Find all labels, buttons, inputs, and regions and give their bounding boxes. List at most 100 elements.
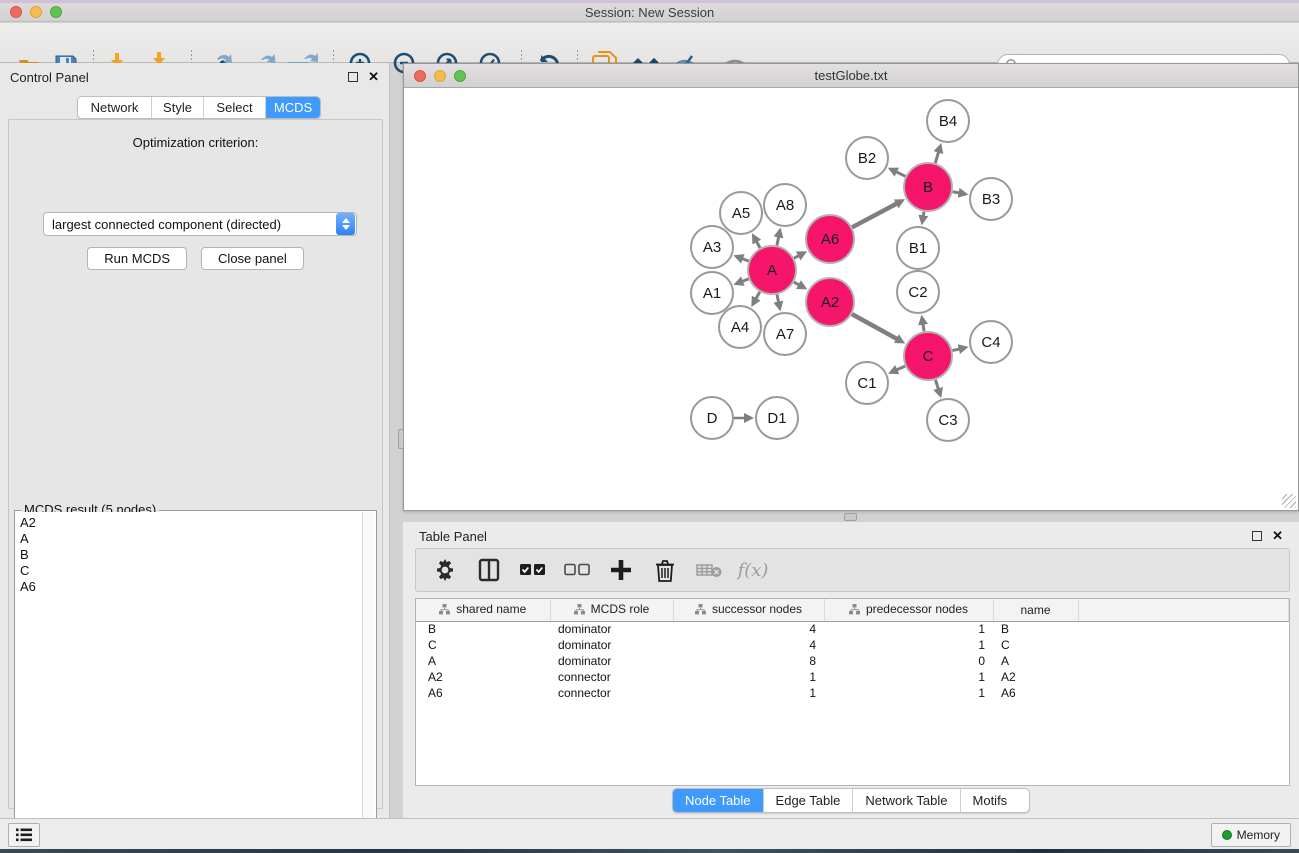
svg-text:D: D	[707, 410, 718, 427]
table-row[interactable]: Cdominator41C	[416, 637, 1289, 653]
graph-node-A2[interactable]: A2	[806, 278, 854, 326]
table-panel-header: Table Panel ✕	[403, 522, 1299, 550]
graph-edge[interactable]	[742, 279, 749, 282]
table-row[interactable]: Bdominator41B	[416, 621, 1289, 637]
graph-node-C4[interactable]: C4	[970, 321, 1012, 363]
network-window-title-bar: testGlobe.txt	[404, 64, 1298, 88]
graph-node-C[interactable]: C	[904, 332, 952, 380]
mcds-result-group: MCDS result (5 nodes) A2ABCA6	[14, 510, 377, 853]
graph-node-B[interactable]: B	[904, 163, 952, 211]
result-item[interactable]: A	[20, 531, 358, 547]
delete-table-button[interactable]	[694, 555, 724, 585]
deselect-all-columns-button[interactable]	[562, 555, 592, 585]
graph-edge[interactable]	[952, 349, 959, 351]
close-panel-button[interactable]: Close panel	[201, 247, 304, 270]
network-canvas[interactable]: B4 B2 B B3 A5A8A6 A3 B1 A A1 C2 A2 A4 A7 C4 C C1 C3 D D1	[404, 89, 1298, 510]
column-header-empty	[1078, 599, 1289, 621]
graph-node-C3[interactable]: C3	[927, 399, 969, 441]
svg-text:A: A	[767, 262, 777, 279]
graph-node-D[interactable]: D	[691, 397, 733, 439]
graph-node-D1[interactable]: D1	[756, 397, 798, 439]
table-row[interactable]: Adominator80A	[416, 653, 1289, 669]
tab-style[interactable]: Style	[152, 97, 204, 118]
result-item[interactable]: A6	[20, 579, 358, 595]
graph-node-A3[interactable]: A3	[691, 226, 733, 268]
graph-node-C1[interactable]: C1	[846, 362, 888, 404]
result-item[interactable]: C	[20, 563, 358, 579]
graph-node-B4[interactable]: B4	[927, 100, 969, 142]
graph-edge[interactable]	[852, 314, 897, 339]
graph-edge[interactable]	[794, 256, 799, 259]
graph-node-A7[interactable]: A7	[764, 313, 806, 355]
tab-mcds[interactable]: MCDS	[266, 97, 320, 118]
resize-grip[interactable]	[1282, 494, 1296, 508]
graph-node-C2[interactable]: C2	[897, 271, 939, 313]
svg-text:D1: D1	[767, 410, 786, 427]
svg-text:C4: C4	[981, 334, 1000, 351]
show-columns-button[interactable]	[474, 555, 504, 585]
column-header-predecessor-nodes[interactable]: predecessor nodes	[824, 599, 993, 621]
graph-node-B3[interactable]: B3	[970, 178, 1012, 220]
graph-node-A5[interactable]: A5	[720, 192, 762, 234]
result-item[interactable]: B	[20, 547, 358, 563]
table-row[interactable]: A2connector11A2	[416, 669, 1289, 685]
graph-edge[interactable]	[852, 203, 897, 227]
close-panel-icon[interactable]: ✕	[368, 72, 379, 82]
column-header-mcds-role[interactable]: MCDS role	[550, 599, 673, 621]
graph-node-A[interactable]: A	[748, 246, 796, 294]
column-header-shared-name[interactable]: shared name	[416, 599, 550, 621]
create-column-button[interactable]	[606, 555, 636, 585]
graph-edge[interactable]	[777, 236, 779, 245]
desktop-background-bottom	[0, 849, 1299, 853]
criterion-select[interactable]: largest connected component (directed)	[43, 212, 357, 236]
graph-edge[interactable]	[953, 192, 960, 193]
graph-node-B1[interactable]: B1	[897, 227, 939, 269]
column-header-name[interactable]: name	[993, 599, 1078, 621]
graph-edge[interactable]	[936, 380, 939, 390]
graph-edge[interactable]	[896, 366, 905, 370]
tab-network[interactable]: Network	[78, 97, 152, 118]
tab-select[interactable]: Select	[204, 97, 266, 118]
tab-motifs[interactable]: Motifs	[961, 789, 1020, 812]
run-mcds-button[interactable]: Run MCDS	[87, 247, 187, 270]
float-panel-icon[interactable]	[348, 72, 358, 82]
tab-edge-table[interactable]: Edge Table	[764, 789, 854, 812]
application-window: Session: New Session	[0, 0, 1299, 853]
vertical-scrollbar-thumb[interactable]	[398, 429, 404, 449]
graph-edge[interactable]	[756, 241, 760, 248]
graph-edge[interactable]	[756, 292, 760, 299]
horizontal-scrollbar-thumb[interactable]	[844, 513, 857, 521]
float-table-panel-icon[interactable]	[1252, 531, 1262, 541]
graph-edge[interactable]	[742, 259, 749, 262]
delete-column-button[interactable]	[650, 555, 680, 585]
table-settings-button[interactable]	[430, 555, 460, 585]
graph-edge[interactable]	[794, 282, 800, 285]
tab-node-table[interactable]: Node Table	[673, 789, 764, 812]
svg-text:A2: A2	[821, 294, 839, 311]
graph-node-B2[interactable]: B2	[846, 137, 888, 179]
mcds-result-list[interactable]: A2ABCA6	[16, 512, 362, 853]
graph-edge[interactable]	[935, 152, 938, 164]
graph-node-A6[interactable]: A6	[806, 215, 854, 263]
graph-edge[interactable]	[923, 324, 924, 332]
column-header-successor-nodes[interactable]: successor nodes	[673, 599, 824, 621]
graph-node-A1[interactable]: A1	[691, 272, 733, 314]
table-row[interactable]: A6connector11A6	[416, 685, 1289, 701]
graph-node-A4[interactable]: A4	[719, 306, 761, 348]
graph-edge[interactable]	[923, 212, 924, 217]
status-bar: Memory	[0, 818, 1299, 849]
result-list-scrollbar[interactable]	[362, 512, 375, 853]
function-builder-button[interactable]: f(x)	[738, 555, 768, 585]
tab-network-table[interactable]: Network Table	[853, 789, 960, 812]
svg-text:A4: A4	[731, 319, 749, 336]
close-table-panel-icon[interactable]: ✕	[1272, 531, 1283, 541]
task-history-button[interactable]	[8, 823, 40, 847]
result-item[interactable]: A2	[20, 515, 358, 531]
network-graph: B4 B2 B B3 A5A8A6 A3 B1 A A1 C2 A2 A4 A7 C4 C C1 C3 D D1	[404, 89, 1298, 510]
mcds-panel-body: Optimization criterion: largest connecte…	[8, 119, 383, 809]
graph-edge[interactable]	[777, 295, 779, 303]
graph-node-A8[interactable]: A8	[764, 184, 806, 226]
graph-edge[interactable]	[896, 172, 906, 177]
select-all-columns-button[interactable]	[518, 555, 548, 585]
memory-button[interactable]: Memory	[1211, 823, 1291, 847]
